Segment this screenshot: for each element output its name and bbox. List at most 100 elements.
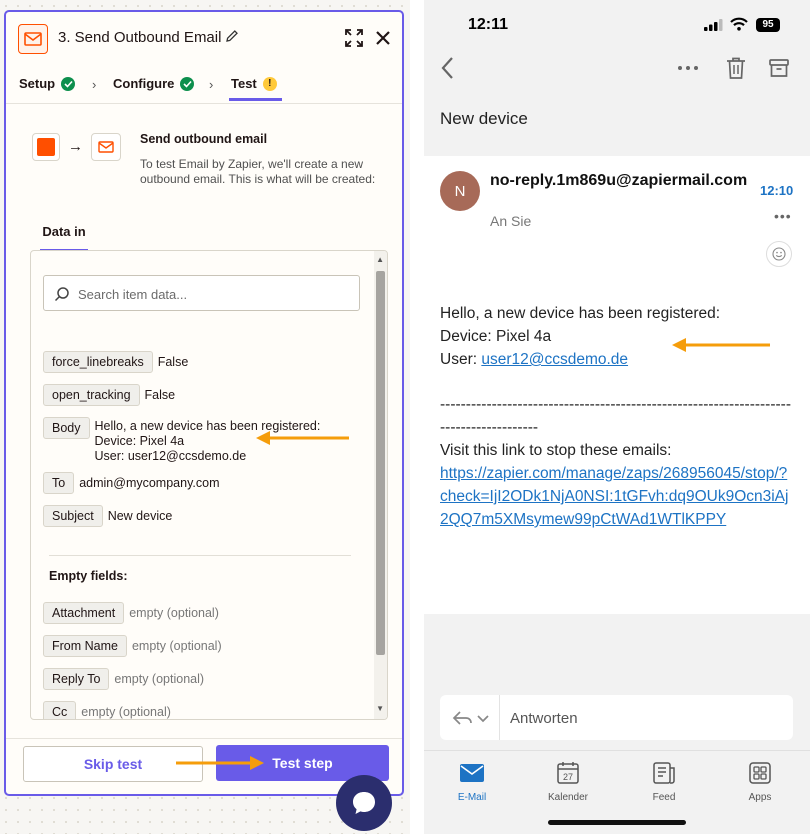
reply-area [424,684,810,750]
user-label: User: [440,351,482,368]
annotation-arrow-icon [176,756,264,770]
user-email-link[interactable]: user12@ccsdemo.de [481,351,628,368]
tab-configure-label: Configure [113,76,175,91]
step-tabs: Setup › Configure › Test ! [6,64,402,104]
tab-feed-label: Feed [652,792,676,803]
field-row: To admin@mycompany.com [43,472,219,494]
reply-options-icon[interactable] [450,707,500,729]
apps-grid-icon [749,762,771,784]
archive-icon[interactable] [768,56,790,80]
warning-icon: ! [262,76,277,91]
field-row-empty: Cc empty (optional) [43,701,171,719]
field-value: False [144,388,176,402]
tab-test-label: Test [231,76,257,91]
more-options-icon[interactable] [676,58,700,78]
email-app-badge [18,24,48,54]
chevron-right-icon: › [92,77,97,92]
field-row: force_linebreaks False [43,351,188,373]
scroll-down-icon[interactable]: ▼ [376,704,384,713]
back-chevron-icon[interactable] [438,56,458,80]
search-input[interactable] [78,284,348,304]
home-indicator [548,820,686,825]
step-title: 3. Send Outbound Email [58,29,222,46]
field-key: To [43,472,75,494]
tab-setup[interactable]: Setup [19,76,76,91]
field-key: Subject [43,505,103,527]
reply-box [440,695,793,740]
tab-setup-label: Setup [19,76,56,91]
cellular-signal-icon [704,19,723,31]
calendar-day: 27 [563,772,573,782]
field-key: From Name [43,635,127,657]
check-icon [61,76,76,91]
status-time: 12:11 [468,16,509,33]
reaction-emoji-icon[interactable] [766,241,792,267]
tab-test[interactable]: Test ! [231,76,277,91]
tab-apps[interactable]: Apps [720,759,800,803]
field-value: empty (optional) [114,672,205,686]
search-icon [54,287,69,302]
wifi-icon [730,17,748,31]
mail-subject: New device [440,109,528,128]
arrow-right-icon: → [68,138,83,155]
scrollbar[interactable]: ▲ ▼ [374,251,387,719]
body-line: User: user12@ccsdemo.de [94,449,247,463]
avatar[interactable]: N [440,171,480,211]
field-row: Subject New device [43,505,172,527]
unsubscribe-link[interactable]: https://zapier.com/manage/zaps/268956045… [440,462,794,531]
data-in-panel: force_linebreaks False open_tracking Fal… [30,250,388,720]
support-chat-button[interactable] [336,775,392,831]
field-row-empty: Attachment empty (optional) [43,602,219,624]
action-name: Send outbound email [140,132,268,146]
empty-fields-heading: Empty fields: [49,569,128,583]
phone-screen: 12:11 95 New device N no-reply.1m869u@za… [424,0,810,834]
edit-title-icon[interactable] [225,29,239,43]
active-tab-indicator [229,98,282,101]
envelope-icon [98,141,114,153]
scroll-thumb[interactable] [376,271,385,655]
chat-icon [353,792,375,814]
tab-mail[interactable]: E-Mail [432,759,512,803]
close-icon[interactable] [373,28,393,48]
chevron-right-icon: › [209,77,214,92]
trigger-app-icon [32,133,60,161]
status-bar: 12:11 95 [424,0,810,46]
trash-icon[interactable] [725,56,747,80]
divider [49,555,351,556]
field-key: Attachment [43,602,125,624]
calendar-icon: 27 [557,762,579,784]
field-row-empty: From Name empty (optional) [43,635,222,657]
field-value: New device [107,509,173,523]
scroll-up-icon[interactable]: ▲ [376,255,384,264]
tab-calendar-label: Kalender [547,792,589,803]
annotation-arrow-icon [256,431,349,445]
expand-icon[interactable] [345,29,363,47]
tab-feed[interactable]: Feed [624,759,704,803]
reply-separator [499,695,500,740]
subject-bar: New device [424,90,810,156]
mail-icon [460,764,484,782]
sender-address[interactable]: no-reply.1m869u@zapiermail.com [490,170,750,191]
field-key: open_tracking [43,384,140,406]
mail-toolbar [424,46,810,90]
field-key: Cc [43,701,77,719]
field-key: force_linebreaks [43,351,153,373]
tab-data-in[interactable]: Data in [40,224,88,251]
tab-apps-label: Apps [748,792,772,803]
message-more-icon[interactable]: ••• [774,208,792,224]
field-value: False [157,355,189,369]
field-value: empty (optional) [131,639,222,653]
reply-input[interactable] [510,707,780,729]
tab-calendar[interactable]: 27 Kalender [528,759,608,803]
recipient-label: An Sie [490,213,532,229]
envelope-icon [24,32,42,46]
email-app-icon [91,133,121,161]
feed-icon [653,762,675,784]
tab-configure[interactable]: Configure [113,76,195,91]
action-description: To test Email by Zapier, we'll create a … [140,157,376,186]
check-icon [180,76,195,91]
received-time: 12:10 [760,183,794,198]
tab-mail-label: E-Mail [457,792,487,803]
zapier-step-panel: 3. Send Outbound Email Setup › Configure… [4,10,404,796]
